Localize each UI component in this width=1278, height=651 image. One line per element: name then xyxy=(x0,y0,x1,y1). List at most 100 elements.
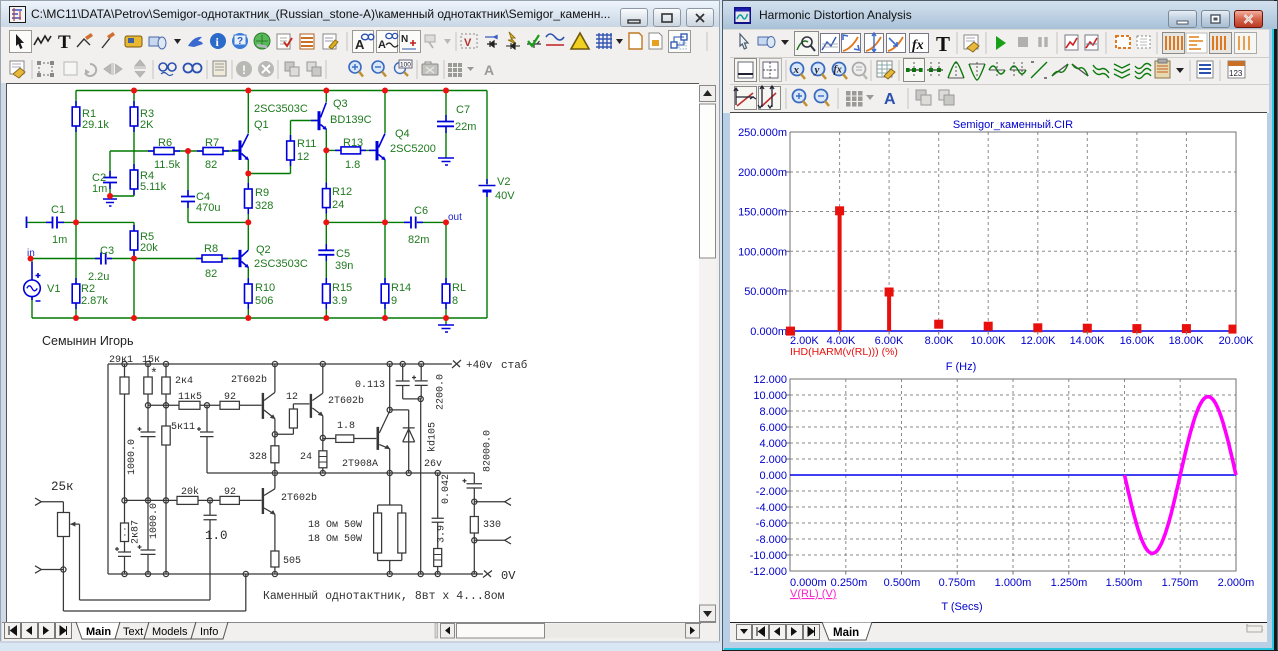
svg-text:29.1k: 29.1k xyxy=(82,119,109,131)
svg-text:2200.0: 2200.0 xyxy=(436,374,447,410)
svg-text:F (Hz): F (Hz) xyxy=(946,361,977,373)
svg-text:C5: C5 xyxy=(336,248,350,260)
svg-text:92: 92 xyxy=(224,392,236,403)
svg-text:R2: R2 xyxy=(81,283,95,295)
svg-text:9: 9 xyxy=(391,295,397,307)
svg-text:8.00K: 8.00K xyxy=(925,335,954,347)
svg-text:Q3: Q3 xyxy=(333,98,348,110)
svg-text:3.9: 3.9 xyxy=(332,295,347,307)
svg-text:-12.000: -12.000 xyxy=(750,566,787,578)
svg-text:12: 12 xyxy=(297,151,309,163)
svg-text:x: x xyxy=(793,64,800,76)
svg-text:2.2u: 2.2u xyxy=(88,271,109,283)
svg-text:1.500m: 1.500m xyxy=(1106,577,1143,589)
svg-text:V2: V2 xyxy=(497,176,510,188)
svg-text:N: N xyxy=(401,34,408,45)
svg-text:4.000: 4.000 xyxy=(759,438,787,450)
svg-text:2Т602b: 2Т602b xyxy=(328,395,364,407)
svg-text:Main: Main xyxy=(833,627,859,639)
svg-text:0.042: 0.042 xyxy=(441,474,452,504)
svg-text:82: 82 xyxy=(205,159,217,171)
svg-text:200.000m: 200.000m xyxy=(738,167,787,179)
svg-text:A: A xyxy=(378,39,386,51)
svg-text:Info: Info xyxy=(200,626,218,638)
svg-text:2к4: 2к4 xyxy=(175,376,193,387)
svg-text:T: T xyxy=(936,32,950,56)
svg-text:Text: Text xyxy=(123,626,143,638)
svg-text:24: 24 xyxy=(300,452,312,463)
svg-text:2.000m: 2.000m xyxy=(1218,577,1255,589)
svg-text:18 Ом 50W: 18 Ом 50W xyxy=(308,534,362,545)
svg-text:0.000m: 0.000m xyxy=(750,326,787,338)
svg-text:1000.0: 1000.0 xyxy=(127,439,138,475)
svg-text:T (Secs): T (Secs) xyxy=(941,601,982,613)
svg-text:328: 328 xyxy=(249,452,267,463)
svg-text:*: * xyxy=(150,366,158,381)
svg-text:12.00K: 12.00K xyxy=(1021,335,1057,347)
svg-text:0V: 0V xyxy=(501,569,516,583)
svg-text:V1: V1 xyxy=(47,283,60,295)
svg-text:20k: 20k xyxy=(140,242,158,254)
svg-text:2K: 2K xyxy=(140,119,154,131)
svg-text:Q1: Q1 xyxy=(254,119,269,131)
svg-text:18.00K: 18.00K xyxy=(1169,335,1205,347)
svg-text:2SC5200: 2SC5200 xyxy=(390,143,436,155)
svg-text:V(RL) (V): V(RL) (V) xyxy=(790,588,836,600)
svg-text:2.87k: 2.87k xyxy=(81,295,108,307)
svg-text:330: 330 xyxy=(483,520,501,531)
svg-text:82m: 82m xyxy=(408,234,429,246)
svg-text:R12: R12 xyxy=(332,186,352,198)
svg-text:14.00K: 14.00K xyxy=(1070,335,1106,347)
svg-text:1m: 1m xyxy=(92,183,107,195)
svg-text:82: 82 xyxy=(205,268,217,280)
svg-text:Каменный однотактник, 8вт х 4.: Каменный однотактник, 8вт х 4...8ом xyxy=(263,590,505,603)
svg-text:1000.0: 1000.0 xyxy=(149,503,160,539)
svg-text:26v: 26v xyxy=(424,459,442,470)
svg-text:8.000: 8.000 xyxy=(759,406,787,418)
svg-text:R10: R10 xyxy=(255,282,275,294)
svg-text:0.000: 0.000 xyxy=(759,470,787,482)
svg-text:10.00K: 10.00K xyxy=(971,335,1007,347)
svg-text:0.113: 0.113 xyxy=(355,380,385,391)
svg-text:?: ? xyxy=(237,36,243,47)
svg-text:40V: 40V xyxy=(495,190,515,202)
svg-text:C3: C3 xyxy=(100,245,114,257)
svg-text:-2.000: -2.000 xyxy=(756,486,787,498)
svg-text:1m: 1m xyxy=(52,234,67,246)
svg-text:out: out xyxy=(448,212,462,223)
svg-text:18 Ом 50W: 18 Ом 50W xyxy=(308,520,362,531)
svg-text:!: ! xyxy=(242,63,246,77)
svg-text:12: 12 xyxy=(286,392,298,403)
svg-text:2к87: 2к87 xyxy=(131,520,142,544)
svg-text:Семынин Игорь: Семынин Игорь xyxy=(42,334,134,348)
svg-text:V: V xyxy=(464,37,472,49)
svg-text:1.250m: 1.250m xyxy=(1051,577,1088,589)
svg-text:2Т602b: 2Т602b xyxy=(231,374,267,386)
svg-text:1.8: 1.8 xyxy=(345,159,360,171)
svg-text:kd105: kd105 xyxy=(427,422,439,452)
svg-text:R13: R13 xyxy=(343,137,363,149)
svg-text:-8.000: -8.000 xyxy=(756,534,787,546)
svg-text:50.000m: 50.000m xyxy=(744,286,787,298)
svg-text:150.000m: 150.000m xyxy=(738,207,787,219)
svg-text:-10.000: -10.000 xyxy=(750,550,787,562)
svg-text:fx: fx xyxy=(834,65,842,76)
svg-text:12.000: 12.000 xyxy=(753,374,787,386)
svg-text:39n: 39n xyxy=(335,260,353,272)
svg-text:16.00K: 16.00K xyxy=(1120,335,1156,347)
svg-text:A: A xyxy=(484,62,494,78)
svg-text:R7: R7 xyxy=(205,137,219,149)
svg-text:20k: 20k xyxy=(181,486,199,498)
svg-text:11.5k: 11.5k xyxy=(154,159,181,171)
svg-text:100.000m: 100.000m xyxy=(738,246,787,258)
svg-text:-4.000: -4.000 xyxy=(756,502,787,514)
svg-text:R11: R11 xyxy=(297,138,316,150)
svg-text:2Т602b: 2Т602b xyxy=(281,492,317,504)
svg-text:22m: 22m xyxy=(455,121,476,133)
svg-text:Models: Models xyxy=(152,626,188,638)
svg-text:1.0: 1.0 xyxy=(205,529,228,543)
svg-text:1.750m: 1.750m xyxy=(1162,577,1199,589)
svg-text:470u: 470u xyxy=(196,202,220,214)
svg-text:Main: Main xyxy=(86,626,111,638)
svg-text:BD139C: BD139C xyxy=(330,114,372,126)
